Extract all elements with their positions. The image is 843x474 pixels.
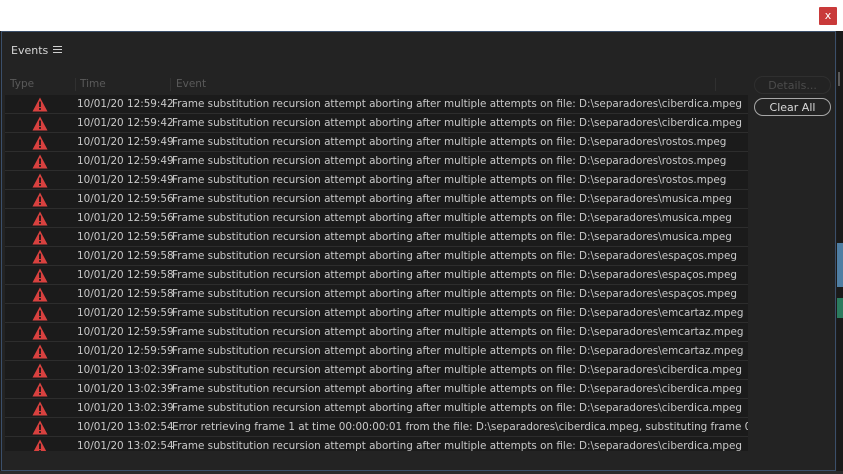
event-message: Frame substitution recursion attempt abo… <box>172 231 732 243</box>
event-time: 10/01/20 13:02:39 <box>77 364 174 376</box>
event-message: Frame substitution recursion attempt abo… <box>172 440 742 451</box>
warning-icon <box>32 135 48 150</box>
table-row[interactable]: 10/01/20 12:59:59 Frame substitution recu… <box>5 304 748 323</box>
table-row[interactable]: 10/01/20 13:02:39 Frame substitution recu… <box>5 361 748 380</box>
column-divider <box>75 78 76 91</box>
event-time: 10/01/20 13:02:54 <box>77 440 174 451</box>
event-message: Frame substitution recursion attempt abo… <box>172 269 737 281</box>
event-message: Frame substitution recursion attempt abo… <box>172 136 727 148</box>
table-row[interactable]: 10/01/20 12:59:42 Frame substitution recu… <box>5 114 748 133</box>
column-header-time[interactable]: Time <box>80 78 106 90</box>
event-message: Frame substitution recursion attempt abo… <box>172 155 727 167</box>
events-table[interactable]: 10/01/20 12:59:42 Frame substitution recu… <box>5 95 748 451</box>
warning-icon <box>32 439 48 451</box>
warning-icon <box>32 325 48 340</box>
warning-icon <box>32 173 48 188</box>
table-row[interactable]: 10/01/20 12:59:56 Frame substitution recu… <box>5 209 748 228</box>
warning-icon <box>32 249 48 264</box>
event-message: Frame substitution recursion attempt abo… <box>172 307 744 319</box>
event-message: Frame substitution recursion attempt abo… <box>172 345 744 357</box>
warning-icon <box>32 116 48 131</box>
table-row[interactable]: 10/01/20 12:59:59 Frame substitution recu… <box>5 323 748 342</box>
event-message: Frame substitution recursion attempt abo… <box>172 250 737 262</box>
event-message: Frame substitution recursion attempt abo… <box>172 326 744 338</box>
warning-icon <box>32 154 48 169</box>
event-time: 10/01/20 12:59:59 <box>77 345 174 357</box>
event-message: Frame substitution recursion attempt abo… <box>172 98 742 110</box>
warning-icon <box>32 363 48 378</box>
table-row[interactable]: 10/01/20 12:59:58 Frame substitution recu… <box>5 247 748 266</box>
table-row[interactable]: 10/01/20 13:02:39 Frame substitution recu… <box>5 380 748 399</box>
event-message: Frame substitution recursion attempt abo… <box>172 383 742 395</box>
panel-title: Events <box>11 44 49 57</box>
column-divider <box>715 78 716 91</box>
event-message: Frame substitution recursion attempt abo… <box>172 212 732 224</box>
event-message: Frame substitution recursion attempt abo… <box>172 174 727 186</box>
table-row[interactable]: 10/01/20 12:59:42 Frame substitution recu… <box>5 95 748 114</box>
event-time: 10/01/20 13:02:54 <box>77 421 174 433</box>
timeline-clip <box>837 243 843 287</box>
timeline-clip <box>837 298 843 318</box>
table-row[interactable]: 10/01/20 12:59:56 Frame substitution recu… <box>5 190 748 209</box>
event-message: Frame substitution recursion attempt abo… <box>172 402 742 414</box>
event-time: 10/01/20 13:02:39 <box>77 402 174 414</box>
event-time: 10/01/20 12:59:59 <box>77 307 174 319</box>
event-time: 10/01/20 12:59:56 <box>77 212 174 224</box>
warning-icon <box>32 268 48 283</box>
event-time: 10/01/20 12:59:56 <box>77 231 174 243</box>
event-time: 10/01/20 12:59:59 <box>77 326 174 338</box>
warning-icon <box>32 97 48 112</box>
table-row[interactable]: 10/01/20 12:59:56 Frame substitution recu… <box>5 228 748 247</box>
warning-icon <box>32 287 48 302</box>
event-time: 10/01/20 12:59:42 <box>77 98 174 110</box>
warning-icon <box>32 420 48 435</box>
table-row[interactable]: 10/01/20 12:59:58 Frame substitution recu… <box>5 266 748 285</box>
table-row[interactable]: 10/01/20 12:59:49 Frame substitution recu… <box>5 133 748 152</box>
table-row[interactable]: 10/01/20 13:02:39 Frame substitution recu… <box>5 399 748 418</box>
event-message: Frame substitution recursion attempt abo… <box>172 364 742 376</box>
event-time: 10/01/20 12:59:49 <box>77 136 174 148</box>
event-time: 10/01/20 12:59:49 <box>77 155 174 167</box>
warning-icon <box>32 306 48 321</box>
event-time: 10/01/20 13:02:39 <box>77 383 174 395</box>
column-divider <box>170 78 171 91</box>
table-row[interactable]: 10/01/20 13:02:54 Frame substitution recu… <box>5 437 748 451</box>
details-button[interactable]: Details... <box>754 76 831 94</box>
warning-icon <box>32 401 48 416</box>
table-row[interactable]: 10/01/20 13:02:54 Error retrieving frame … <box>5 418 748 437</box>
column-header-type[interactable]: Type <box>10 78 34 90</box>
warning-icon <box>32 344 48 359</box>
warning-icon <box>32 230 48 245</box>
warning-icon <box>32 192 48 207</box>
warning-icon <box>32 382 48 397</box>
event-time: 10/01/20 12:59:58 <box>77 288 174 300</box>
event-message: Frame substitution recursion attempt abo… <box>172 117 742 129</box>
event-message: Frame substitution recursion attempt abo… <box>172 288 737 300</box>
table-row[interactable]: 10/01/20 12:59:49 Frame substitution recu… <box>5 152 748 171</box>
clear-all-button[interactable]: Clear All <box>754 98 831 116</box>
warning-icon <box>32 211 48 226</box>
event-message: Error retrieving frame 1 at time 00:00:0… <box>172 421 748 433</box>
table-row[interactable]: 10/01/20 12:59:58 Frame substitution recu… <box>5 285 748 304</box>
scroll-marker <box>838 72 840 86</box>
top-bar: x <box>0 0 843 31</box>
table-row[interactable]: 10/01/20 12:59:59 Frame substitution recu… <box>5 342 748 361</box>
event-time: 10/01/20 12:59:49 <box>77 174 174 186</box>
event-time: 10/01/20 12:59:58 <box>77 269 174 281</box>
column-headers: Type Time Event <box>2 78 749 92</box>
panel-header: Events <box>2 32 835 68</box>
event-message: Frame substitution recursion attempt abo… <box>172 193 732 205</box>
table-row[interactable]: 10/01/20 12:59:49 Frame substitution recu… <box>5 171 748 190</box>
column-header-event[interactable]: Event <box>176 78 206 90</box>
event-time: 10/01/20 12:59:42 <box>77 117 174 129</box>
event-time: 10/01/20 12:59:58 <box>77 250 174 262</box>
close-button[interactable]: x <box>819 7 837 25</box>
event-time: 10/01/20 12:59:56 <box>77 193 174 205</box>
hamburger-menu-icon[interactable] <box>53 46 62 55</box>
events-panel: Events Type Time Event 10/01/20 12:59:42… <box>1 31 836 471</box>
